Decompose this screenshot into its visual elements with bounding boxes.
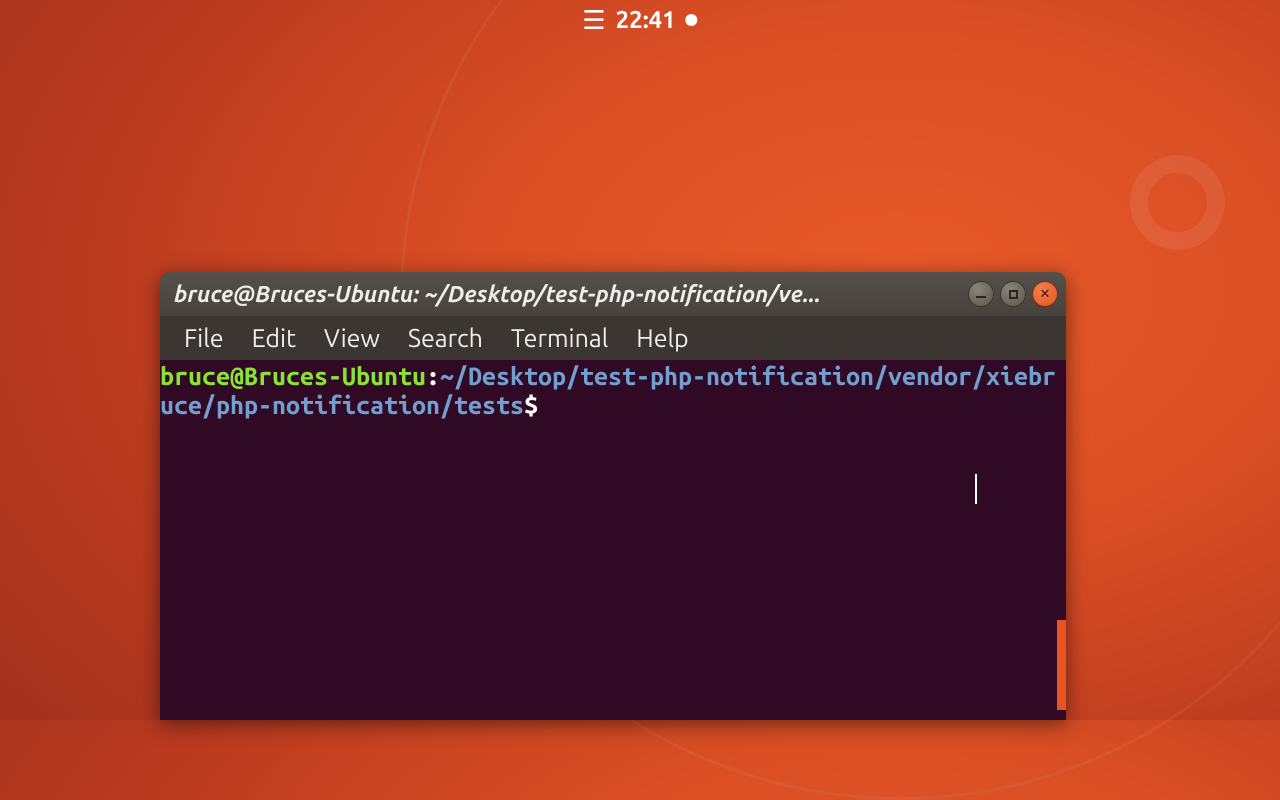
prompt-line: bruce@Bruces-Ubuntu:~/Desktop/test-php-n… [160,362,1056,419]
menu-search[interactable]: Search [394,320,497,356]
menu-terminal[interactable]: Terminal [497,320,622,356]
menu-file[interactable]: File [170,320,238,356]
menu-view[interactable]: View [310,320,394,356]
prompt-user-host: bruce@Bruces-Ubuntu [160,362,426,390]
menu-edit[interactable]: Edit [238,320,310,356]
prompt-symbol: $ [524,391,538,419]
prompt-separator: : [426,362,440,390]
scrollbar-thumb[interactable] [1057,620,1066,710]
minimize-button[interactable] [968,281,994,307]
wallpaper-circle [1130,155,1225,250]
terminal-menubar: File Edit View Search Terminal Help [160,316,1066,360]
terminal-window: bruce@Bruces-Ubuntu: ~/Desktop/test-php-… [160,272,1066,720]
clock-text: 22:41 [616,6,676,33]
terminal-body[interactable]: bruce@Bruces-Ubuntu:~/Desktop/test-php-n… [160,360,1066,720]
notification-dot-icon [686,14,698,26]
menu-help[interactable]: Help [622,320,702,356]
window-titlebar[interactable]: bruce@Bruces-Ubuntu: ~/Desktop/test-php-… [160,272,1066,316]
calendar-menu-icon: ☰ [582,7,605,33]
maximize-button[interactable] [1000,281,1026,307]
window-title: bruce@Bruces-Ubuntu: ~/Desktop/test-php-… [174,282,956,307]
gnome-top-panel[interactable]: ☰ 22:41 [582,6,697,33]
text-cursor-icon [975,474,977,504]
window-controls [968,281,1058,307]
close-button[interactable] [1032,281,1058,307]
